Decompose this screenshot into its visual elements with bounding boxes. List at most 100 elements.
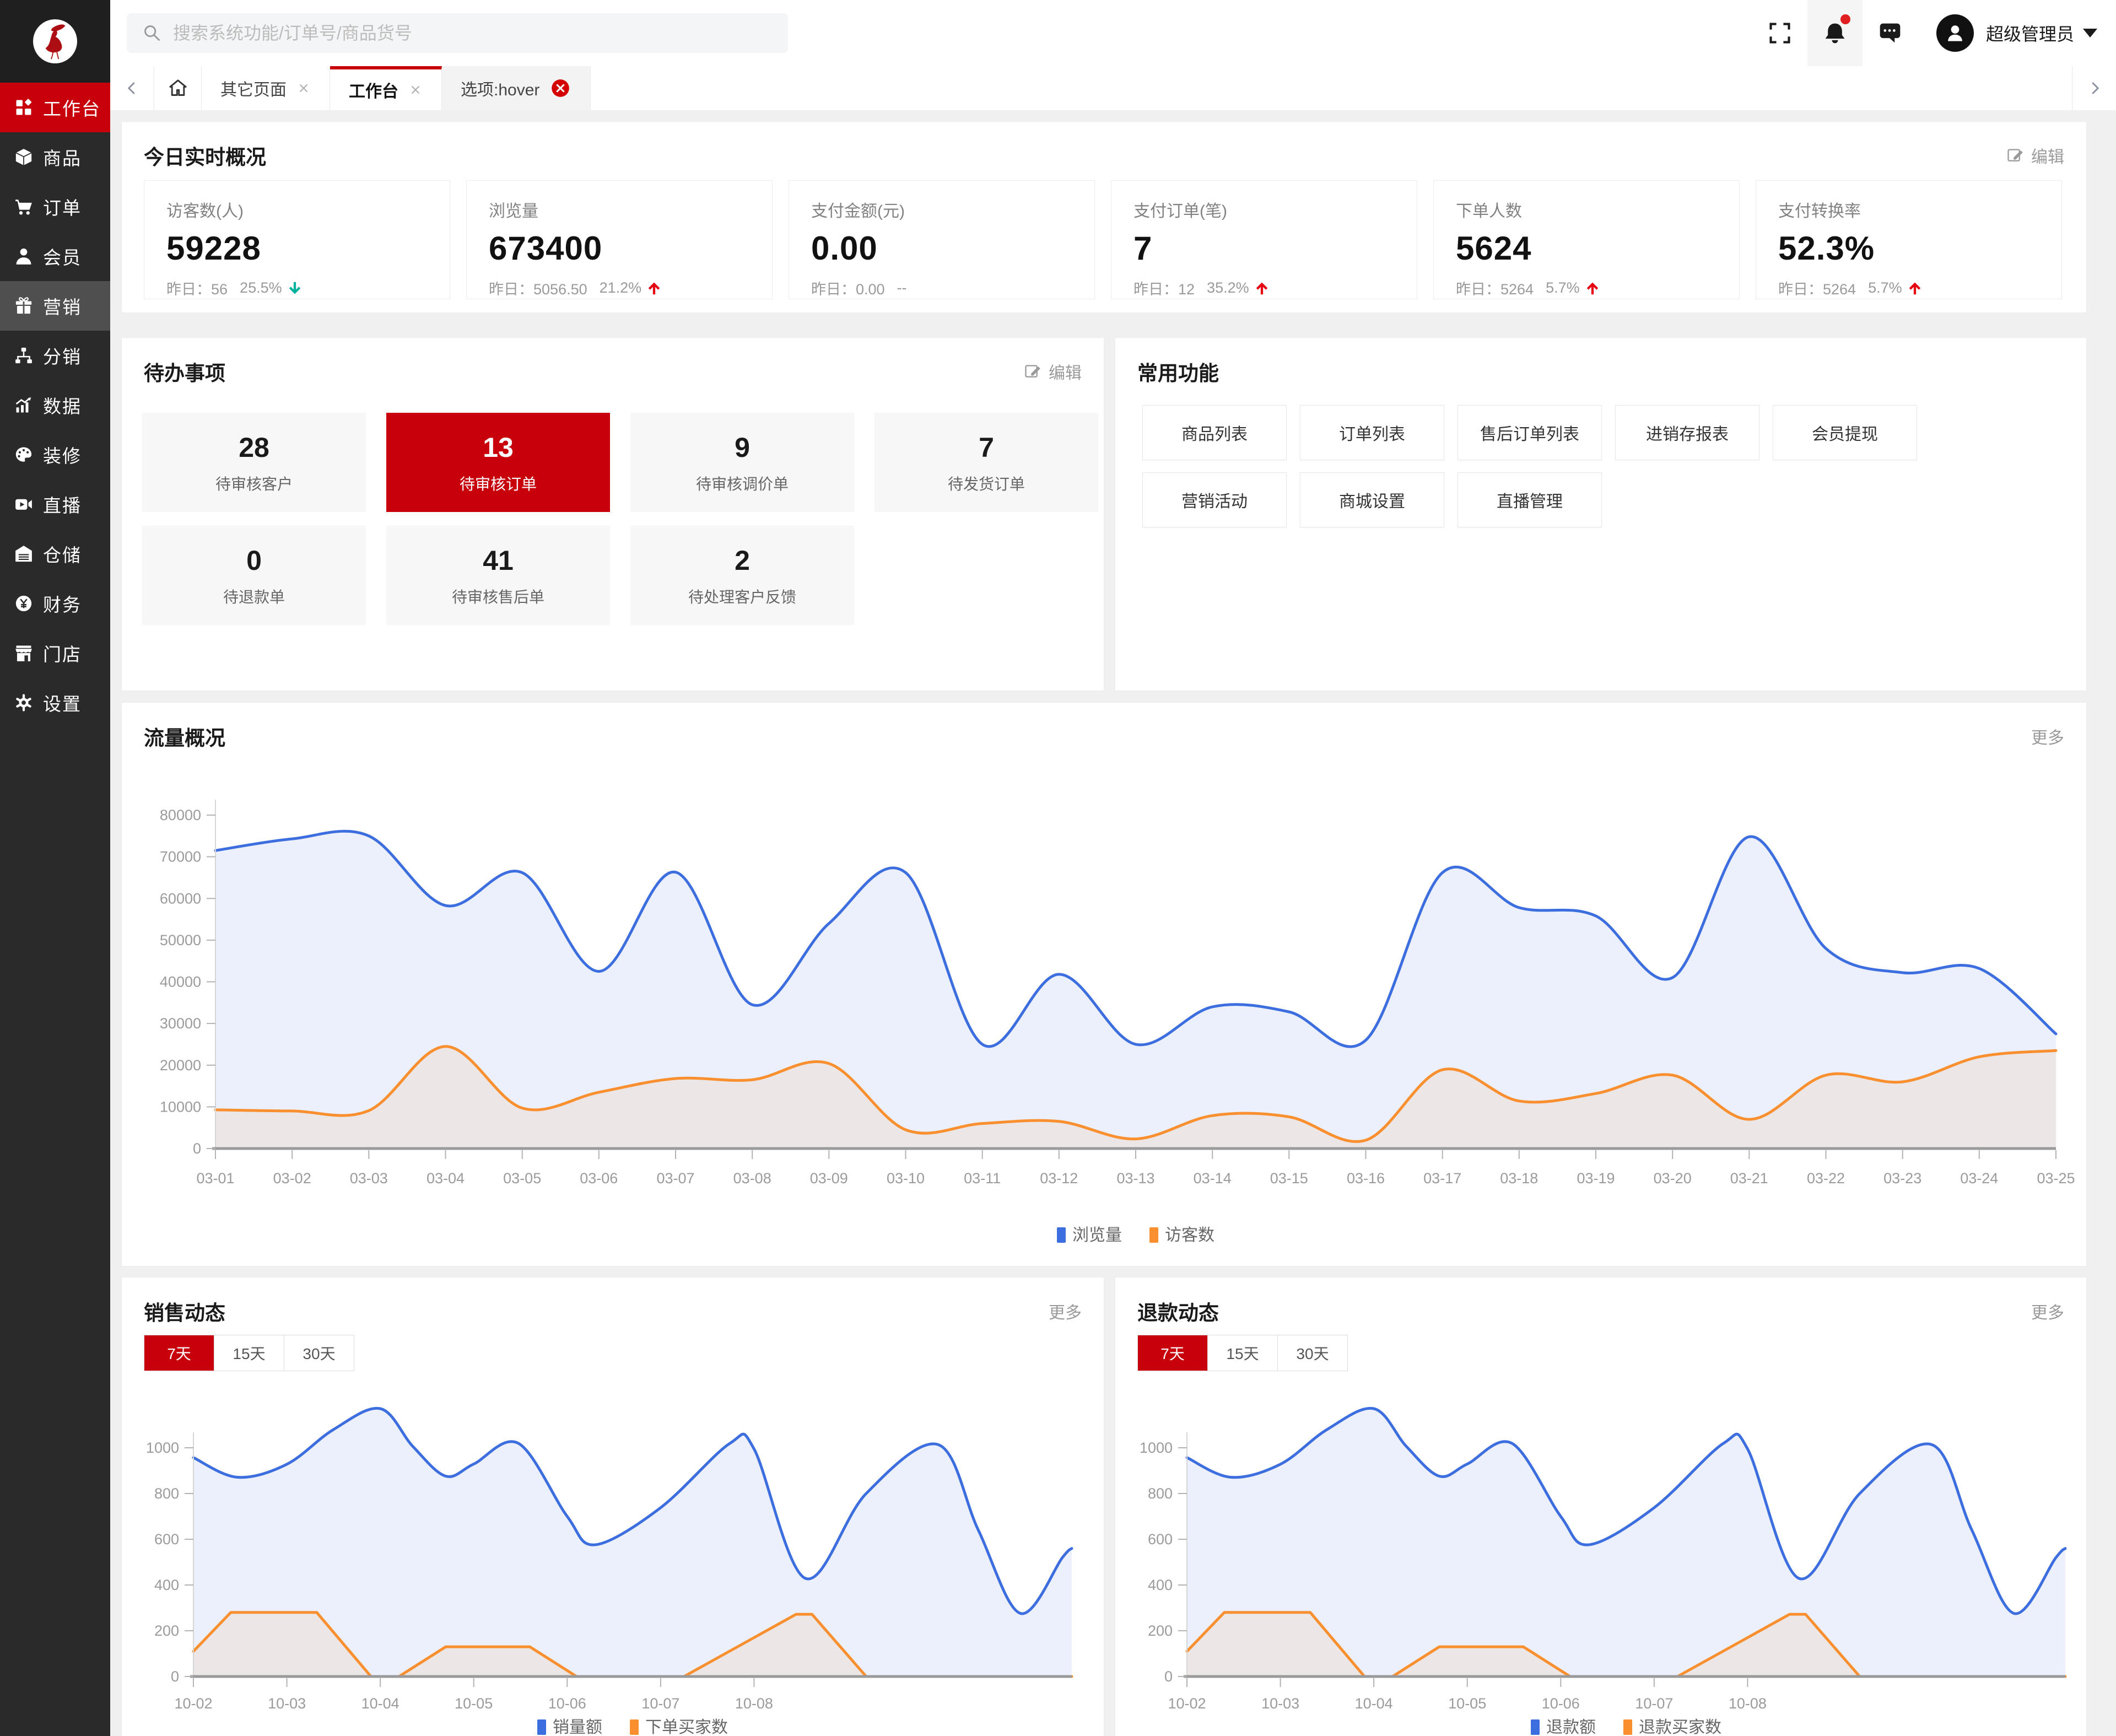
svg-text:800: 800 <box>1148 1485 1173 1502</box>
svg-text:03-07: 03-07 <box>656 1170 694 1187</box>
tab-close-icon[interactable] <box>408 83 423 97</box>
brand-logo[interactable] <box>0 0 110 83</box>
sidebar-item-warehouse[interactable]: 仓储 <box>0 529 110 579</box>
message-icon[interactable] <box>1863 0 1918 66</box>
chevron-down-icon[interactable] <box>2083 29 2097 37</box>
stat-value: 52.3% <box>1778 229 2039 267</box>
range-tab-1[interactable]: 15天 <box>214 1335 284 1371</box>
user-avatar[interactable] <box>1936 14 1974 52</box>
quick-button-4[interactable]: 会员提现 <box>1773 405 1917 460</box>
svg-text:30000: 30000 <box>160 1015 201 1032</box>
todo-tile-5[interactable]: 41待审核售后单 <box>386 526 610 625</box>
traffic-more-link[interactable]: 更多 <box>2031 724 2064 748</box>
sidebar-item-goods[interactable]: 商品 <box>0 132 110 182</box>
cart-icon <box>14 197 33 216</box>
svg-text:10-02: 10-02 <box>174 1695 212 1712</box>
range-tab-1[interactable]: 15天 <box>1208 1335 1278 1371</box>
sidebar-item-label: 工作台 <box>43 94 101 121</box>
search-icon <box>141 22 163 44</box>
svg-text:0: 0 <box>1164 1668 1173 1685</box>
sales-range-tabs: 7天15天30天 <box>144 1335 354 1371</box>
svg-text:03-24: 03-24 <box>1960 1170 1998 1187</box>
tab-other-page[interactable]: 其它页面 <box>202 66 330 110</box>
svg-text:10-08: 10-08 <box>735 1695 773 1712</box>
svg-text:03-17: 03-17 <box>1423 1170 1461 1187</box>
svg-text:03-13: 03-13 <box>1116 1170 1154 1187</box>
stat-card-0[interactable]: 访客数(人)59228昨日：5625.5% <box>144 180 450 299</box>
tab-workbench-active[interactable]: 工作台 <box>330 66 442 110</box>
todo-tile-4[interactable]: 0待退款单 <box>142 526 366 625</box>
quick-button-0[interactable]: 商品列表 <box>1142 405 1287 460</box>
stat-label: 浏览量 <box>489 197 750 222</box>
todo-tile-6[interactable]: 2待处理客户反馈 <box>630 526 854 625</box>
sidebar-item-order[interactable]: 订单 <box>0 182 110 231</box>
stat-card-5[interactable]: 支付转换率 52.3% 昨日：52645.7% <box>1756 180 2062 299</box>
sidebar-item-decorate[interactable]: 装修 <box>0 430 110 479</box>
traffic-title: 流量概况 <box>144 721 225 751</box>
sidebar-item-finance[interactable]: 财务 <box>0 579 110 628</box>
svg-text:50000: 50000 <box>160 932 201 948</box>
notification-bell-icon[interactable] <box>1807 0 1863 66</box>
overview-edit-button[interactable]: 编辑 <box>2006 143 2064 168</box>
quick-button-2[interactable]: 售后订单列表 <box>1458 405 1602 460</box>
stat-card-1[interactable]: 浏览量673400昨日：5056.5021.2% <box>466 180 773 299</box>
quick-button-3[interactable]: 进销存报表 <box>1615 405 1759 460</box>
fullscreen-icon[interactable] <box>1752 0 1807 66</box>
tab-close-icon[interactable] <box>549 77 571 99</box>
stat-card-2[interactable]: 支付金额(元)0.00昨日：0.00-- <box>789 180 1095 299</box>
svg-text:10-03: 10-03 <box>268 1695 306 1712</box>
range-tab-0[interactable]: 7天 <box>1138 1335 1208 1371</box>
tab-close-icon[interactable] <box>296 81 311 95</box>
quick-button-7[interactable]: 直播管理 <box>1458 472 1602 527</box>
todo-tile-1[interactable]: 13待审核订单 <box>386 413 610 512</box>
todo-label: 待审核售后单 <box>386 585 610 607</box>
range-tab-0[interactable]: 7天 <box>144 1335 214 1371</box>
tabs-scroll-right-icon[interactable] <box>2072 66 2116 110</box>
svg-text:600: 600 <box>154 1531 179 1548</box>
sidebar-item-data[interactable]: 数据 <box>0 380 110 430</box>
sidebar-item-label: 会员 <box>43 243 82 269</box>
todo-label: 待审核订单 <box>386 472 610 494</box>
range-tab-2[interactable]: 30天 <box>284 1335 354 1371</box>
todo-edit-button[interactable]: 编辑 <box>1023 359 1082 384</box>
quick-button-5[interactable]: 营销活动 <box>1142 472 1287 527</box>
user-name[interactable]: 超级管理员 <box>1986 20 2074 46</box>
sidebar-item-dashboard[interactable]: 工作台 <box>0 83 110 132</box>
svg-text:03-08: 03-08 <box>733 1170 771 1187</box>
tab-label: 选项:hover <box>461 76 539 100</box>
coin-icon <box>14 594 33 613</box>
refund-chart: 0200400600800100010-0210-0310-0410-0510-… <box>1137 1385 2076 1736</box>
sidebar-item-live[interactable]: 直播 <box>0 479 110 529</box>
member-icon <box>14 247 33 266</box>
refund-more-link[interactable]: 更多 <box>2031 1299 2064 1323</box>
todo-tile-0[interactable]: 28待审核客户 <box>142 413 366 512</box>
quick-button-1[interactable]: 订单列表 <box>1300 405 1444 460</box>
todo-tile-2[interactable]: 9待审核调价单 <box>630 413 854 512</box>
stat-card-4[interactable]: 下单人数5624昨日：52645.7% <box>1433 180 1740 299</box>
sales-more-link[interactable]: 更多 <box>1049 1299 1082 1323</box>
home-tab[interactable] <box>154 66 202 110</box>
svg-text:10-05: 10-05 <box>1448 1695 1486 1712</box>
sidebar-item-settings[interactable]: 设置 <box>0 678 110 727</box>
stat-yesterday: 昨日：52645.7% <box>1778 277 2039 299</box>
stat-yesterday: 昨日：5056.5021.2% <box>489 277 750 299</box>
todo-tile-3[interactable]: 7待发货订单 <box>875 413 1098 512</box>
refund-title: 退款动态 <box>1137 1296 1219 1326</box>
stat-value: 7 <box>1133 229 1395 267</box>
stat-label: 支付转换率 <box>1778 197 2039 222</box>
sidebar-item-marketing[interactable]: 营销 <box>0 281 110 331</box>
palette-icon <box>14 445 33 464</box>
sidebar-item-store[interactable]: 门店 <box>0 628 110 678</box>
svg-text:10-05: 10-05 <box>455 1695 493 1712</box>
stat-card-3[interactable]: 支付订单(笔)7昨日：1235.2% <box>1111 180 1417 299</box>
tab-option-hover[interactable]: 选项:hover <box>442 66 591 110</box>
search-input[interactable] <box>172 23 725 44</box>
tabs-scroll-left-icon[interactable] <box>110 66 154 110</box>
todo-label: 待退款单 <box>142 585 366 607</box>
quick-button-6[interactable]: 商城设置 <box>1300 472 1444 527</box>
global-search[interactable] <box>127 13 788 53</box>
sidebar-item-member[interactable]: 会员 <box>0 231 110 281</box>
range-tab-2[interactable]: 30天 <box>1278 1335 1347 1371</box>
sidebar-item-distribution[interactable]: 分销 <box>0 331 110 380</box>
bar-chart-icon <box>14 396 33 414</box>
